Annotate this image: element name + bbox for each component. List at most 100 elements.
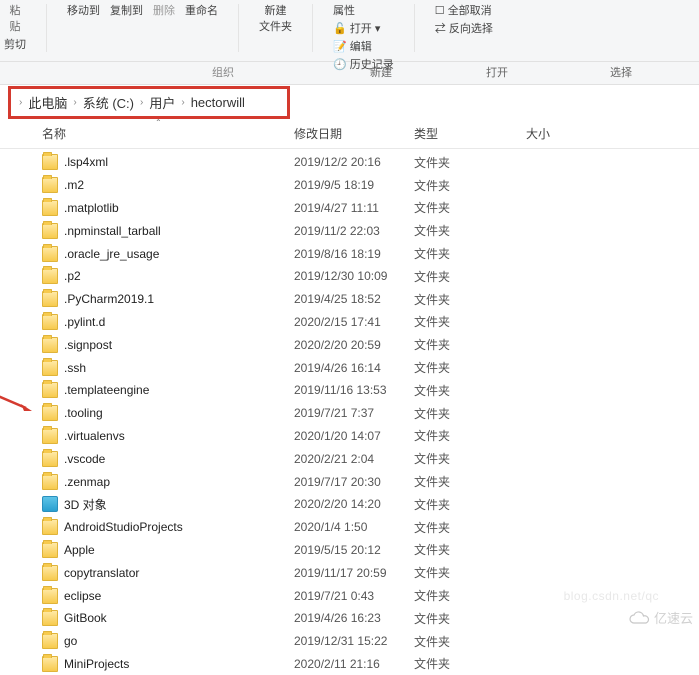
file-date: 2019/11/17 20:59 bbox=[294, 566, 414, 580]
list-item[interactable]: .m22019/9/5 18:19文件夹 bbox=[0, 174, 699, 197]
paste-small-label[interactable]: 粘贴 bbox=[9, 2, 21, 34]
file-date: 2020/2/21 2:04 bbox=[294, 452, 414, 466]
group-label-open: 打开 bbox=[428, 64, 566, 80]
file-name: .vscode bbox=[64, 452, 294, 466]
invert-label: 反向选择 bbox=[449, 23, 493, 35]
folder-icon bbox=[42, 314, 58, 330]
list-item[interactable]: .ssh2019/4/26 16:14文件夹 bbox=[0, 356, 699, 379]
file-type: 文件夹 bbox=[414, 496, 526, 513]
edit-label: 编辑 bbox=[350, 41, 372, 53]
breadcrumb-users[interactable]: 用户 bbox=[149, 93, 175, 112]
file-name: copytranslator bbox=[64, 566, 294, 580]
file-date: 2019/4/26 16:23 bbox=[294, 611, 414, 625]
breadcrumb-root[interactable]: 此电脑 bbox=[28, 93, 67, 112]
file-type: 文件夹 bbox=[414, 199, 526, 216]
file-type: 文件夹 bbox=[414, 519, 526, 536]
file-name: .npminstall_tarball bbox=[64, 224, 294, 238]
ribbon-separator bbox=[238, 4, 239, 52]
invert-selection-button[interactable]: ⇄ 反向选择 bbox=[435, 20, 493, 36]
file-type: 文件夹 bbox=[414, 564, 526, 581]
ribbon-new-group: 新建 文件夹 bbox=[259, 2, 292, 34]
watermark: 亿速云 bbox=[628, 608, 693, 627]
list-item[interactable]: .lsp4xml2019/12/2 20:16文件夹 bbox=[0, 151, 699, 174]
file-name: GitBook bbox=[64, 611, 294, 625]
list-item[interactable]: .matplotlib2019/4/27 11:11文件夹 bbox=[0, 197, 699, 220]
file-type: 文件夹 bbox=[414, 405, 526, 422]
file-date: 2019/12/31 15:22 bbox=[294, 634, 414, 648]
move-to-button[interactable]: 移动到 bbox=[67, 2, 100, 18]
list-item[interactable]: Apple2019/5/15 20:12文件夹 bbox=[0, 539, 699, 562]
list-item[interactable]: MiniProjects2020/2/11 21:16文件夹 bbox=[0, 653, 699, 675]
watermark-blog: blog.csdn.net/qc bbox=[564, 589, 659, 603]
file-type: 文件夹 bbox=[414, 587, 526, 604]
column-name[interactable]: 名称 bbox=[42, 125, 294, 142]
3d-objects-icon bbox=[42, 496, 58, 512]
file-date: 2019/11/2 22:03 bbox=[294, 224, 414, 238]
file-name: MiniProjects bbox=[64, 657, 294, 671]
file-date: 2020/1/20 14:07 bbox=[294, 429, 414, 443]
list-item[interactable]: 3D 对象2020/2/20 14:20文件夹 bbox=[0, 493, 699, 516]
list-item[interactable]: .tooling2019/7/21 7:37文件夹 bbox=[0, 402, 699, 425]
cloud-icon bbox=[628, 611, 650, 625]
chevron-right-icon[interactable]: › bbox=[138, 97, 145, 108]
ribbon-toolbar: 粘贴 剪切 移动到 复制到 删除 重命名 新建 文件夹 属性 🔓 打开 ▾ 📝 … bbox=[0, 0, 699, 62]
cut-button[interactable]: 剪切 bbox=[4, 36, 26, 52]
list-item[interactable]: copytranslator2019/11/17 20:59文件夹 bbox=[0, 561, 699, 584]
list-item[interactable]: go2019/12/31 15:22文件夹 bbox=[0, 630, 699, 653]
file-name: eclipse bbox=[64, 589, 294, 603]
ribbon-clipboard-group: 粘贴 剪切 bbox=[4, 2, 26, 52]
ribbon-separator bbox=[312, 4, 313, 52]
chevron-right-icon[interactable]: › bbox=[17, 97, 24, 108]
watermark-text: 亿速云 bbox=[654, 608, 693, 627]
breadcrumb-user[interactable]: hectorwill bbox=[191, 95, 245, 110]
list-item[interactable]: GitBook2019/4/26 16:23文件夹 bbox=[0, 607, 699, 630]
folder-icon bbox=[42, 633, 58, 649]
chevron-right-icon[interactable]: › bbox=[71, 97, 78, 108]
list-item[interactable]: .zenmap2019/7/17 20:30文件夹 bbox=[0, 470, 699, 493]
open-dropdown[interactable]: 🔓 打开 ▾ bbox=[333, 20, 380, 36]
file-name: .pylint.d bbox=[64, 315, 294, 329]
list-item[interactable]: .npminstall_tarball2019/11/2 22:03文件夹 bbox=[0, 219, 699, 242]
folder-icon bbox=[42, 565, 58, 581]
ribbon-separator bbox=[46, 4, 47, 52]
breadcrumb-drive[interactable]: 系统 (C:) bbox=[83, 93, 134, 112]
file-date: 2019/4/27 11:11 bbox=[294, 201, 414, 215]
new-folder-button[interactable]: 新建 文件夹 bbox=[259, 2, 292, 34]
ribbon-organize-group: 移动到 复制到 删除 重命名 bbox=[67, 2, 218, 18]
list-item[interactable]: .p22019/12/30 10:09文件夹 bbox=[0, 265, 699, 288]
file-type: 文件夹 bbox=[414, 222, 526, 239]
delete-button[interactable]: 删除 bbox=[153, 2, 175, 18]
copy-to-button[interactable]: 复制到 bbox=[110, 2, 143, 18]
list-item[interactable]: .oracle_jre_usage2019/8/16 18:19文件夹 bbox=[0, 242, 699, 265]
edit-button[interactable]: 📝 编辑 bbox=[333, 38, 372, 54]
list-item[interactable]: .vscode2020/2/21 2:04文件夹 bbox=[0, 447, 699, 470]
column-headers: ⌃ 名称 修改日期 类型 大小 bbox=[0, 119, 699, 149]
folder-icon bbox=[42, 588, 58, 604]
folder-icon bbox=[42, 200, 58, 216]
column-date[interactable]: 修改日期 bbox=[294, 125, 414, 142]
column-type[interactable]: 类型 bbox=[414, 125, 526, 142]
folder-icon bbox=[42, 656, 58, 672]
chevron-right-icon[interactable]: › bbox=[179, 97, 186, 108]
column-size[interactable]: 大小 bbox=[526, 125, 606, 142]
file-type: 文件夹 bbox=[414, 154, 526, 171]
file-name: .matplotlib bbox=[64, 201, 294, 215]
file-name: .ssh bbox=[64, 361, 294, 375]
file-date: 2019/7/21 7:37 bbox=[294, 406, 414, 420]
list-item[interactable]: .PyCharm2019.12019/4/25 18:52文件夹 bbox=[0, 288, 699, 311]
file-name: .oracle_jre_usage bbox=[64, 247, 294, 261]
folder-icon bbox=[42, 177, 58, 193]
group-label-organize: 组织 bbox=[212, 64, 234, 80]
file-type: 文件夹 bbox=[414, 177, 526, 194]
list-item[interactable]: .templateengine2019/11/16 13:53文件夹 bbox=[0, 379, 699, 402]
list-item[interactable]: AndroidStudioProjects2020/1/4 1:50文件夹 bbox=[0, 516, 699, 539]
rename-button[interactable]: 重命名 bbox=[185, 2, 218, 18]
file-name: .PyCharm2019.1 bbox=[64, 292, 294, 306]
list-item[interactable]: .pylint.d2020/2/15 17:41文件夹 bbox=[0, 311, 699, 334]
address-bar[interactable]: › 此电脑 › 系统 (C:) › 用户 › hectorwill bbox=[0, 85, 699, 119]
list-item[interactable]: .virtualenvs2020/1/20 14:07文件夹 bbox=[0, 425, 699, 448]
select-none-button[interactable]: ☐ 全部取消 bbox=[435, 2, 492, 18]
list-item[interactable]: .signpost2020/2/20 20:59文件夹 bbox=[0, 333, 699, 356]
properties-button[interactable]: 属性 bbox=[333, 2, 355, 18]
file-date: 2019/11/16 13:53 bbox=[294, 383, 414, 397]
